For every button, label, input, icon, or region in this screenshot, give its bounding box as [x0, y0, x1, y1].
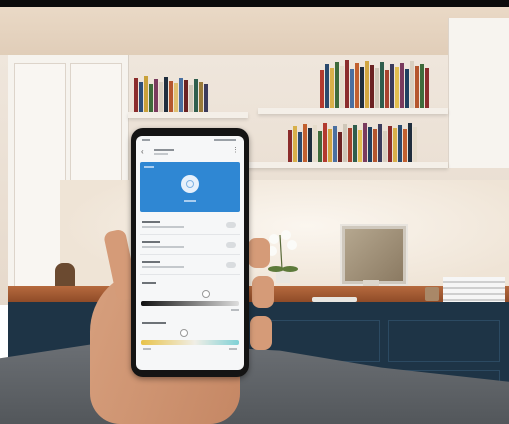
desktop-monitor: [340, 224, 408, 286]
smart-light-app-screen: ‹ ⋮: [136, 136, 244, 370]
color-temperature-slider-knob[interactable]: [180, 329, 188, 337]
setting-row[interactable]: [140, 238, 240, 255]
shelf: [258, 108, 448, 114]
pen-cup: [425, 287, 439, 301]
cabinet-door: [14, 63, 66, 293]
brightness-slider-knob[interactable]: [202, 290, 210, 298]
office-photo-scene: ‹ ⋮: [0, 0, 509, 424]
right-cabinet: [448, 18, 509, 168]
toggle-switch[interactable]: [226, 262, 236, 268]
app-bar: ‹ ⋮: [136, 144, 244, 162]
books-upper-right: [320, 48, 430, 108]
color-temperature-label: [142, 322, 166, 324]
setting-row[interactable]: [140, 258, 240, 275]
page-title: [154, 149, 174, 157]
books-lower-right: [288, 118, 418, 162]
setting-row[interactable]: [140, 218, 240, 235]
brightness-label: [142, 282, 156, 284]
shelf: [128, 112, 248, 118]
top-black-bar: [0, 0, 509, 7]
smartphone: ‹ ⋮: [131, 128, 249, 377]
ceiling: [0, 7, 509, 57]
toggle-switch[interactable]: [226, 242, 236, 248]
more-vertical-icon[interactable]: ⋮: [232, 147, 239, 155]
brightness-slider[interactable]: [141, 301, 239, 306]
status-bar: [136, 136, 244, 144]
toggle-switch[interactable]: [226, 222, 236, 228]
color-temperature-slider[interactable]: [141, 340, 239, 345]
shelf: [248, 162, 448, 168]
light-power-panel: [140, 162, 240, 212]
arrow-left-icon[interactable]: ‹: [141, 148, 144, 156]
lightbulb-power-icon[interactable]: [181, 175, 199, 193]
books-left: [134, 74, 209, 112]
